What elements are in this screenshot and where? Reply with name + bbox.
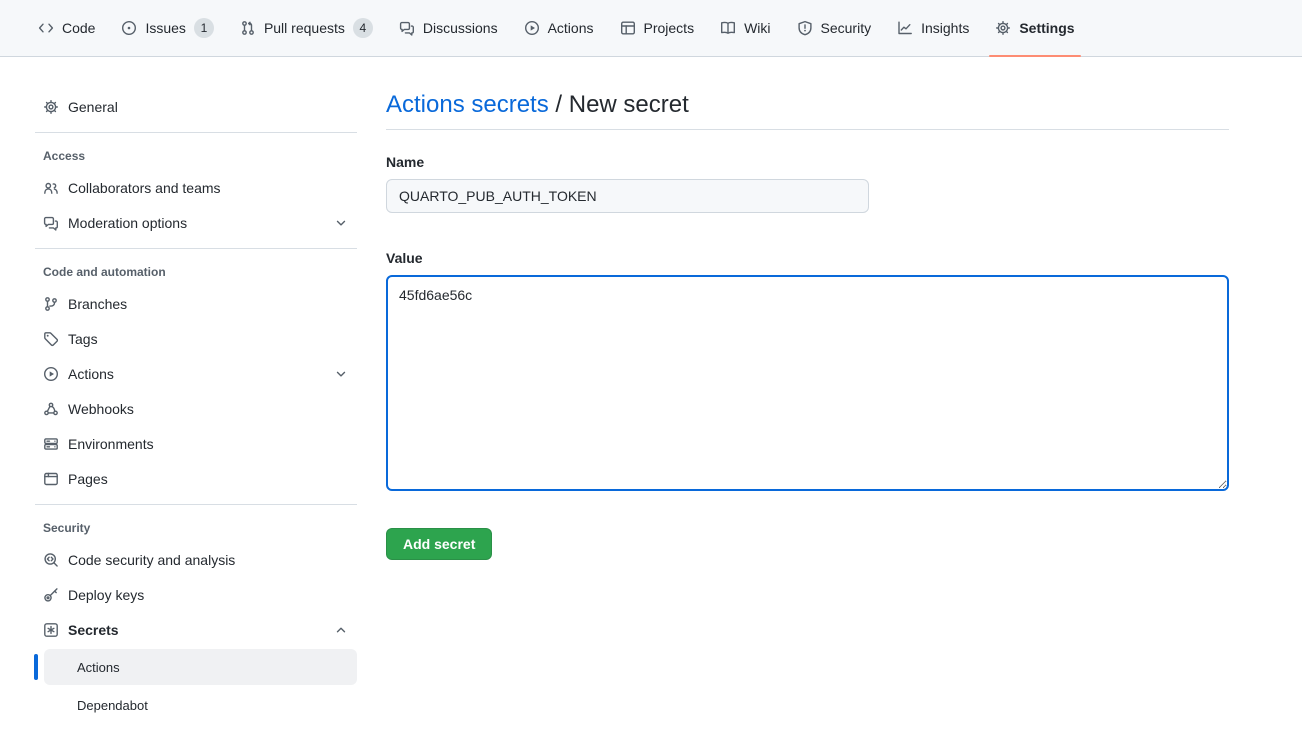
git-pull-request-icon [240, 20, 256, 36]
sidebar-item-actions[interactable]: Actions [35, 358, 357, 390]
sidebar-item-deploy-keys[interactable]: Deploy keys [35, 579, 357, 611]
issue-opened-icon [121, 20, 137, 36]
sidebar-item-pages[interactable]: Pages [35, 463, 357, 495]
sidebar-item-label: Webhooks [68, 401, 134, 417]
people-icon [43, 180, 59, 196]
gear-icon [43, 99, 59, 115]
value-field-group: Value 45fd6ae56c [386, 250, 1229, 491]
tab-projects[interactable]: Projects [610, 0, 705, 56]
sidebar-item-collaborators-and-teams[interactable]: Collaborators and teams [35, 172, 357, 204]
sidebar-item-label: Pages [68, 471, 108, 487]
sidebar-divider [35, 132, 357, 133]
table-icon [620, 20, 636, 36]
tab-actions[interactable]: Actions [514, 0, 604, 56]
asterisk-box-icon [43, 622, 59, 638]
tab-label: Projects [644, 20, 695, 36]
sidebar-item-code-security-and-analysis[interactable]: Code security and analysis [35, 544, 357, 576]
sidebar-item-label: Branches [68, 296, 127, 312]
tab-settings[interactable]: Settings [985, 0, 1084, 56]
sidebar-subitem-label: Actions [77, 660, 120, 675]
tab-label: Security [821, 20, 872, 36]
codescan-icon [43, 552, 59, 568]
sidebar-item-label: Moderation options [68, 215, 324, 231]
book-icon [720, 20, 736, 36]
sidebar-item-webhooks[interactable]: Webhooks [35, 393, 357, 425]
name-field-group: Name [386, 154, 1229, 213]
server-icon [43, 436, 59, 452]
tag-icon [43, 331, 59, 347]
tab-code[interactable]: Code [28, 0, 105, 56]
tab-discussions[interactable]: Discussions [389, 0, 508, 56]
tab-label: Issues [145, 20, 185, 36]
sidebar-subitem-dependabot-secrets[interactable]: Dependabot [44, 687, 357, 723]
webhook-icon [43, 401, 59, 417]
breadcrumb-separator: / [555, 91, 562, 118]
chevron-down-icon [333, 215, 349, 231]
tab-label: Actions [548, 20, 594, 36]
secret-value-textarea[interactable]: 45fd6ae56c [386, 275, 1229, 491]
play-icon [524, 20, 540, 36]
tab-security[interactable]: Security [787, 0, 882, 56]
tab-label: Discussions [423, 20, 498, 36]
sidebar-divider [35, 504, 357, 505]
add-secret-button[interactable]: Add secret [386, 528, 492, 560]
comment-discussion-icon [399, 20, 415, 36]
tab-label: Code [62, 20, 95, 36]
sidebar-item-label: Code security and analysis [68, 552, 235, 568]
sidebar-item-moderation-options[interactable]: Moderation options [35, 207, 357, 239]
sidebar-section-title-access: Access [35, 142, 357, 172]
play-icon [43, 366, 59, 382]
issues-count-badge: 1 [194, 18, 214, 38]
tab-label: Settings [1019, 20, 1074, 36]
sidebar-item-label: Environments [68, 436, 154, 452]
tab-wiki[interactable]: Wiki [710, 0, 780, 56]
settings-layout: General Access Collaborators and teams M… [0, 57, 1302, 725]
code-icon [38, 20, 54, 36]
sidebar-item-label: Deploy keys [68, 587, 144, 603]
browser-icon [43, 471, 59, 487]
tab-pull-requests[interactable]: Pull requests 4 [230, 0, 383, 56]
sidebar-item-label: Secrets [68, 622, 324, 638]
sidebar-item-general[interactable]: General [35, 91, 357, 123]
sidebar-divider [35, 248, 357, 249]
sidebar-subitem-actions-secrets[interactable]: Actions [44, 649, 357, 685]
sidebar-item-branches[interactable]: Branches [35, 288, 357, 320]
key-icon [43, 587, 59, 603]
chevron-down-icon [333, 366, 349, 382]
sidebar-item-label: Collaborators and teams [68, 180, 221, 196]
tab-insights[interactable]: Insights [887, 0, 979, 56]
tab-label: Pull requests [264, 20, 345, 36]
repo-tab-nav: Code Issues 1 Pull requests 4 Discussion… [0, 0, 1302, 57]
sidebar-item-label: General [68, 99, 118, 115]
sidebar-item-label: Actions [68, 366, 324, 382]
git-branch-icon [43, 296, 59, 312]
sidebar-item-environments[interactable]: Environments [35, 428, 357, 460]
repository-settings-page: Code Issues 1 Pull requests 4 Discussion… [0, 0, 1302, 743]
page-title: Actions secrets / New secret [386, 91, 1229, 130]
sidebar-item-secrets[interactable]: Secrets [35, 614, 357, 646]
sidebar-section-title-security: Security [35, 514, 357, 544]
comment-discussion-icon [43, 215, 59, 231]
shield-icon [797, 20, 813, 36]
tab-issues[interactable]: Issues 1 [111, 0, 223, 56]
secret-name-input[interactable] [386, 179, 869, 213]
actions-secrets-breadcrumb-link[interactable]: Actions secrets [386, 91, 549, 118]
pull-requests-count-badge: 4 [353, 18, 373, 38]
tab-label: Wiki [744, 20, 770, 36]
breadcrumb-current: New secret [569, 91, 689, 118]
new-secret-form: Actions secrets / New secret Name Value … [386, 91, 1229, 560]
sidebar-item-label: Tags [68, 331, 98, 347]
chevron-up-icon [333, 622, 349, 638]
gear-icon [995, 20, 1011, 36]
sidebar-subitem-label: Dependabot [77, 698, 148, 713]
settings-sidebar: General Access Collaborators and teams M… [35, 91, 357, 725]
tab-label: Insights [921, 20, 969, 36]
value-field-label: Value [386, 250, 1229, 266]
sidebar-item-tags[interactable]: Tags [35, 323, 357, 355]
graph-icon [897, 20, 913, 36]
name-field-label: Name [386, 154, 1229, 170]
sidebar-section-title-code-and-automation: Code and automation [35, 258, 357, 288]
